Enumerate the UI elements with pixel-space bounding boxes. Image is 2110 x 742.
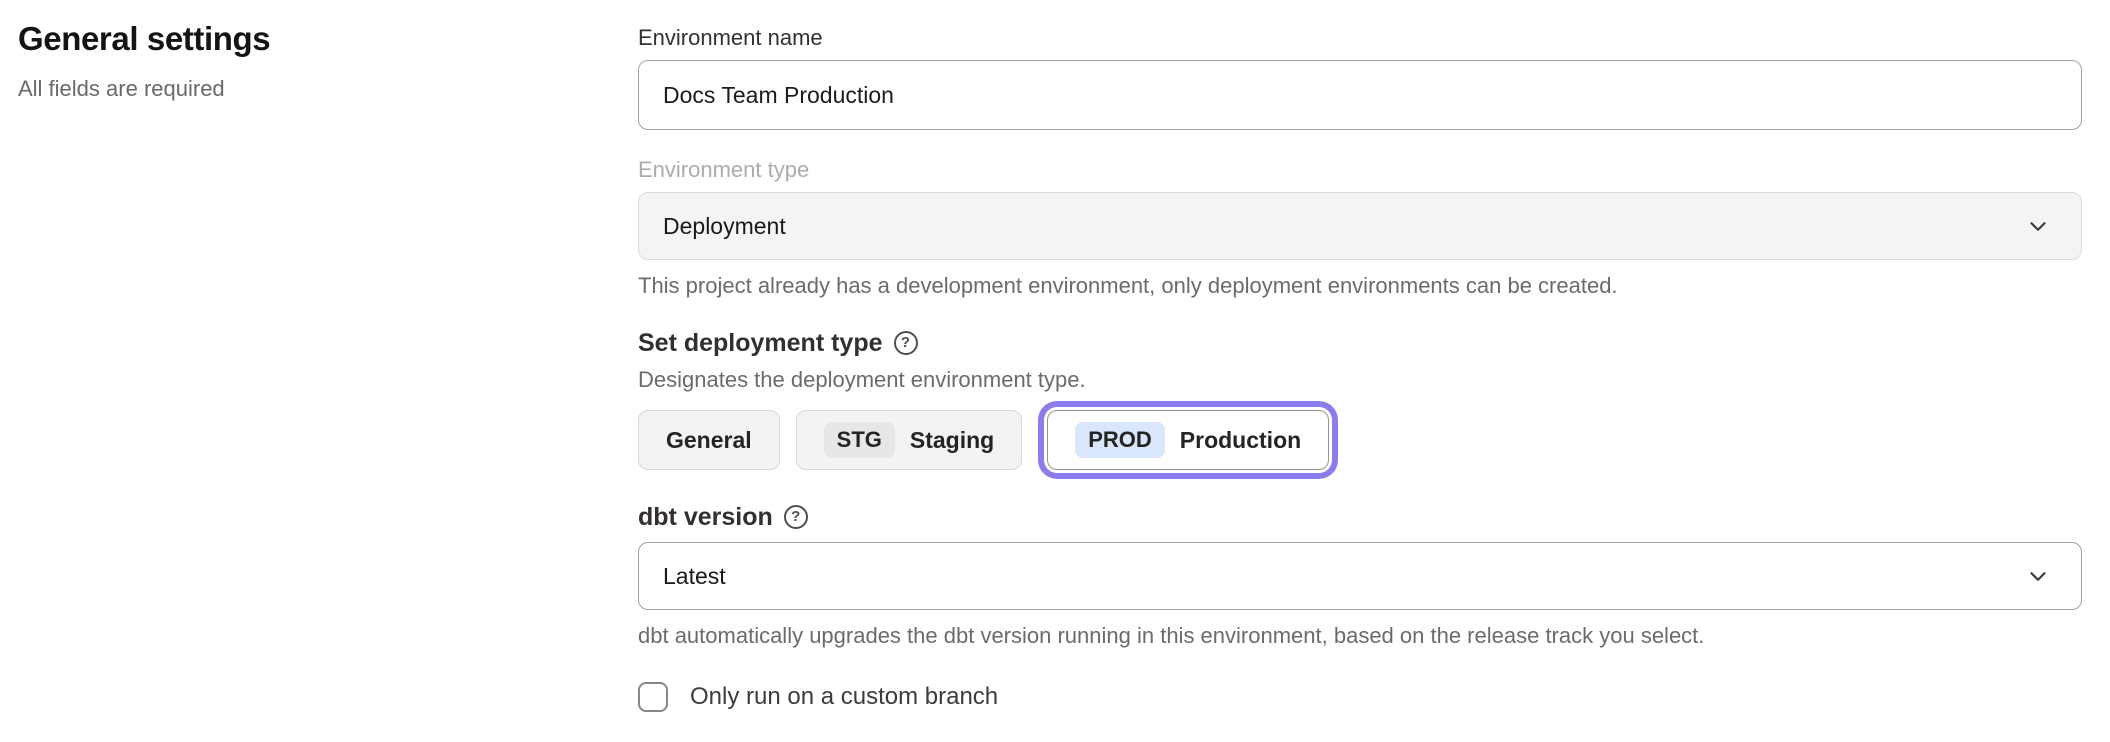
- help-icon[interactable]: ?: [784, 505, 808, 529]
- dbt-version-heading-text: dbt version: [638, 502, 773, 532]
- environment-type-select: Deployment: [638, 192, 2082, 260]
- environment-type-value: Deployment: [663, 213, 786, 240]
- environment-name-label: Environment name: [638, 24, 2082, 52]
- environment-name-input[interactable]: [638, 60, 2082, 130]
- deployment-type-staging-label: Staging: [910, 427, 994, 454]
- general-settings-form: Environment name Environment type Deploy…: [638, 24, 2082, 712]
- deployment-type-general-button[interactable]: General: [638, 410, 780, 470]
- deployment-type-heading: Set deployment type ?: [638, 328, 2082, 358]
- custom-branch-checkbox[interactable]: [638, 682, 668, 712]
- custom-branch-label[interactable]: Only run on a custom branch: [690, 683, 998, 711]
- environment-type-helper: This project already has a development e…: [638, 272, 2082, 300]
- deployment-type-general-label: General: [666, 427, 752, 454]
- page-title: General settings: [18, 20, 578, 58]
- deployment-type-production-label: Production: [1180, 427, 1301, 454]
- dbt-version-select[interactable]: Latest: [638, 542, 2082, 610]
- production-badge: PROD: [1075, 422, 1165, 458]
- dbt-version-heading: dbt version ?: [638, 502, 2082, 532]
- dbt-version-helper: dbt automatically upgrades the dbt versi…: [638, 622, 2082, 650]
- deployment-type-production-button[interactable]: PROD Production: [1047, 410, 1329, 470]
- help-icon[interactable]: ?: [894, 331, 918, 355]
- page-header: General settings All fields are required: [18, 20, 578, 102]
- deployment-type-heading-text: Set deployment type: [638, 328, 883, 358]
- page-subtitle: All fields are required: [18, 76, 578, 102]
- staging-badge: STG: [824, 422, 895, 458]
- dbt-version-value: Latest: [663, 563, 726, 590]
- custom-branch-row: Only run on a custom branch: [638, 682, 2082, 712]
- chevron-down-icon: [2025, 213, 2051, 239]
- deployment-type-options: General STG Staging PROD Production: [638, 410, 2082, 470]
- chevron-down-icon: [2025, 563, 2051, 589]
- deployment-type-staging-button[interactable]: STG Staging: [796, 410, 1023, 470]
- environment-type-label: Environment type: [638, 156, 2082, 184]
- deployment-type-desc: Designates the deployment environment ty…: [638, 366, 2082, 394]
